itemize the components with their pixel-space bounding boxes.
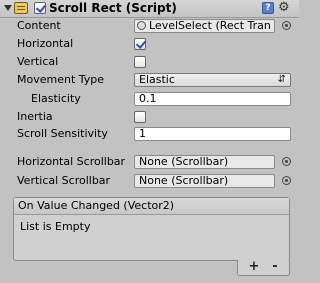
content-label: Content	[17, 19, 61, 32]
component-header[interactable]: Scroll Rect (Script) ? ⚙	[0, 0, 299, 18]
horizontal-label: Horizontal	[17, 37, 74, 50]
component-enabled-checkbox[interactable]	[34, 2, 46, 14]
foldout-arrow-icon[interactable]	[4, 5, 12, 11]
movement-type-dropdown[interactable]: Elastic ⇵	[134, 73, 291, 87]
object-picker-icon[interactable]	[282, 176, 291, 185]
dropdown-arrows-icon: ⇵	[277, 74, 286, 85]
event-footer: + -	[237, 260, 290, 276]
help-icon[interactable]: ?	[262, 2, 274, 14]
script-icon	[14, 2, 28, 14]
vertical-scrollbar-field[interactable]: None (Scrollbar)	[134, 174, 275, 188]
content-value: LevelSelect (Rect Tran	[149, 19, 271, 32]
on-value-changed-event: On Value Changed (Vector2) List is Empty	[13, 197, 290, 261]
elasticity-label: Elasticity	[31, 92, 81, 105]
object-picker-icon[interactable]	[282, 21, 291, 30]
horizontal-scrollbar-field[interactable]: None (Scrollbar)	[134, 155, 275, 169]
inertia-checkbox[interactable]	[134, 111, 146, 123]
vertical-checkbox[interactable]	[134, 56, 146, 68]
event-header: On Value Changed (Vector2)	[14, 198, 289, 215]
inertia-label: Inertia	[17, 110, 53, 123]
movement-type-label: Movement Type	[17, 73, 105, 86]
vertical-scrollbar-label: Vertical Scrollbar	[17, 174, 111, 187]
add-listener-button[interactable]: +	[245, 260, 263, 274]
elasticity-input[interactable]: 0.1	[134, 92, 291, 106]
component-title: Scroll Rect (Script)	[49, 1, 177, 15]
scroll-sensitivity-input[interactable]: 1	[134, 127, 291, 141]
movement-type-value: Elastic	[139, 73, 175, 86]
vertical-label: Vertical	[17, 55, 59, 68]
rect-transform-icon	[137, 21, 146, 30]
remove-listener-button[interactable]: -	[266, 260, 284, 274]
horizontal-scrollbar-label: Horizontal Scrollbar	[17, 155, 126, 168]
gear-icon[interactable]: ⚙	[278, 0, 290, 16]
horizontal-checkbox[interactable]	[134, 38, 146, 50]
content-field[interactable]: LevelSelect (Rect Tran	[134, 19, 275, 33]
scroll-sensitivity-label: Scroll Sensitivity	[17, 127, 108, 140]
event-empty-text: List is Empty	[20, 220, 91, 233]
object-picker-icon[interactable]	[282, 157, 291, 166]
